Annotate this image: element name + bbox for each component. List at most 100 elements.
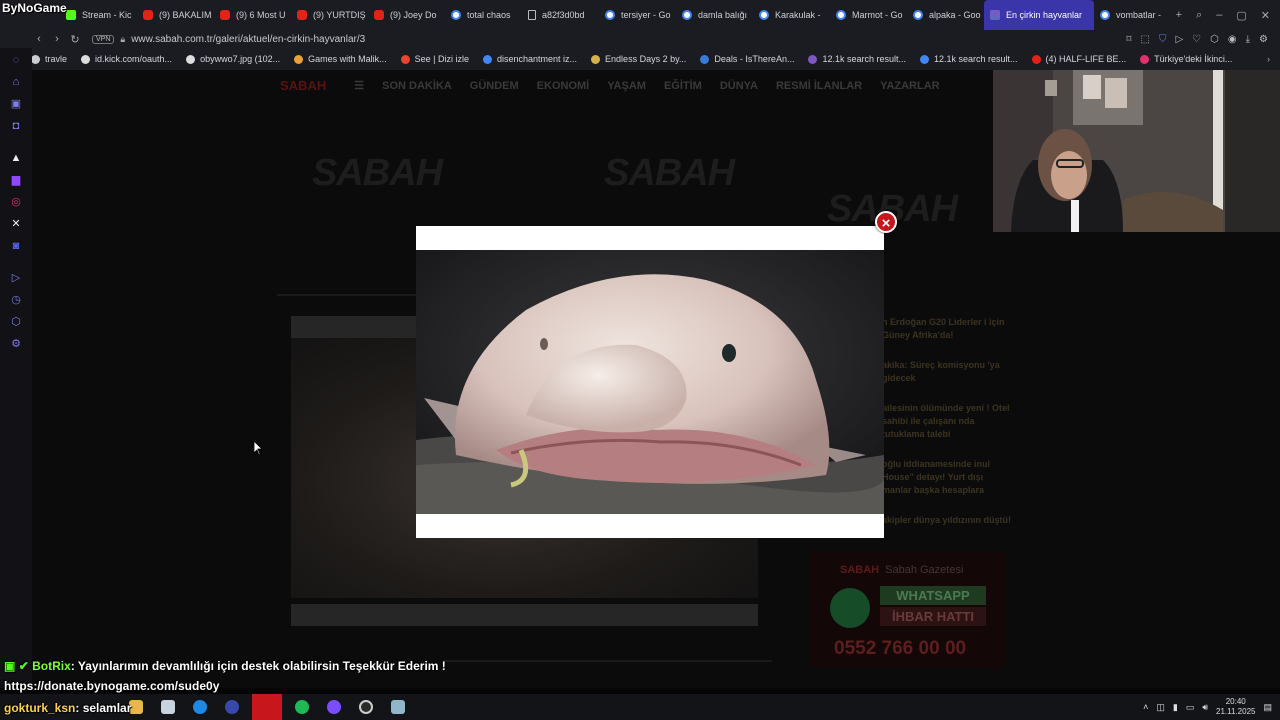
news-item[interactable]: oğlu iddianamesinde inul House" detayı! … (882, 458, 1012, 497)
network-icon[interactable]: ▭ (1186, 702, 1195, 713)
news-item[interactable]: ailesinin ölümünde yeni ! Otel sahibi il… (882, 402, 1012, 441)
opera-gx-icon[interactable] (252, 694, 282, 720)
news-item[interactable]: akipler dünya yıldızının düştü! (882, 514, 1012, 527)
bookmarks-more-icon[interactable]: › (1267, 54, 1280, 64)
twitch-icon[interactable]: ▆ (10, 174, 22, 186)
wallet-icon[interactable]: ▣ (10, 98, 22, 110)
browser-tab[interactable]: Stream - Kic (60, 0, 137, 30)
spotify-icon[interactable] (295, 700, 309, 714)
volume-icon[interactable]: 🔊︎ (1202, 702, 1208, 713)
streamer-webcam (993, 70, 1280, 232)
browser-tab[interactable]: a82f3d0bd (522, 0, 599, 30)
browser-tab[interactable]: tersiyer - Go (599, 0, 676, 30)
bookmark-icon[interactable]: ⌑ (1126, 34, 1131, 45)
bookmark-item[interactable]: 12.1k search result... (913, 54, 1025, 64)
new-tab-icon[interactable]: + (1176, 9, 1182, 22)
overlay-brand: ByNoGame (2, 1, 67, 15)
bookmark-item[interactable]: obywwo7.jpg (102... (179, 54, 287, 64)
browser-tab[interactable]: (9) YURTDIŞ (291, 0, 368, 30)
browser-tab[interactable]: En çirkin hayvanlar (984, 0, 1094, 30)
site-nav-item[interactable]: GÜNDEM (470, 80, 519, 92)
back-icon[interactable]: ‹ (30, 33, 48, 45)
shield-icon[interactable]: ⛉ (1159, 34, 1167, 45)
extensions-sidebar-icon[interactable]: ⬡ (10, 316, 22, 328)
heart-icon[interactable]: ♡ (1192, 34, 1201, 45)
webcam-overlay (993, 70, 1280, 232)
browser-tab[interactable]: (9) Joey Do (368, 0, 445, 30)
browser-tab[interactable]: Marmot - Go (830, 0, 907, 30)
bookmark-item[interactable]: Endless Days 2 by... (584, 54, 693, 64)
discord-icon[interactable]: ◙ (10, 240, 22, 252)
url-field[interactable]: www.sabah.com.tr/galeri/aktuel/en-cirkin… (131, 34, 365, 45)
bookmark-item[interactable]: id.kick.com/oauth... (74, 54, 179, 64)
news-item[interactable]: n Erdoğan G20 Liderler i için Güney Afri… (882, 316, 1012, 342)
obs-icon[interactable] (359, 700, 373, 714)
notification-icon[interactable]: ▤ (1263, 702, 1272, 713)
browser-tab[interactable]: vombatlar - (1094, 0, 1171, 30)
notes-icon[interactable] (391, 700, 405, 714)
bookmark-item[interactable]: Games with Malik... (287, 54, 394, 64)
news-item[interactable]: akika: Süreç komisyonu 'ya gidecek (882, 359, 1012, 385)
whatsapp-ad[interactable]: SABAH Sabah Gazetesi WHATSAPP İHBAR HATTI… (810, 552, 1006, 668)
bookmark-label: (4) HALF-LIFE BE... (1045, 54, 1127, 64)
tray-chevron-icon[interactable]: ˄ (1143, 702, 1148, 712)
download-icon[interactable]: ⤓ (1246, 34, 1250, 45)
instagram-icon[interactable]: ◎ (10, 196, 22, 208)
settings-icon[interactable]: ⚙ (1259, 34, 1268, 45)
bookmark-item[interactable]: Türkiye'deki İkinci... (1133, 54, 1239, 64)
history-icon[interactable]: ◷ (10, 294, 22, 306)
store-icon[interactable] (161, 700, 175, 714)
reload-icon[interactable]: ↻ (66, 33, 84, 46)
bookmark-favicon-icon (920, 54, 929, 64)
browser-tab[interactable]: alpaka - Goo (907, 0, 984, 30)
aria-icon[interactable]: ◌ (10, 54, 22, 66)
clock[interactable]: 20:40 21.11.2025 (1216, 697, 1255, 717)
site-nav-item[interactable]: SON DAKİKA (382, 80, 452, 92)
browser-tab[interactable]: Karakulak - (753, 0, 830, 30)
tab-label: (9) BAKALIM (159, 10, 212, 20)
bookmark-item[interactable]: disenchantment iz... (476, 54, 584, 64)
player-icon[interactable]: ▷ (10, 272, 22, 284)
site-nav-item[interactable]: EKONOMİ (537, 80, 590, 92)
bookmark-item[interactable]: (4) HALF-LIFE BE... (1025, 54, 1134, 64)
browser-tab[interactable]: (9) BAKALIM (137, 0, 214, 30)
bookmark-item[interactable]: See | Dizi izle (394, 54, 476, 64)
close-window-icon[interactable]: ✕ (1261, 9, 1270, 22)
tab-label: damla balığı (698, 10, 748, 20)
minimize-icon[interactable]: – (1216, 9, 1222, 22)
bookmark-item[interactable]: 12.1k search result... (801, 54, 913, 64)
site-nav-item[interactable]: DÜNYA (720, 80, 758, 92)
browser-tab[interactable]: damla balığı (676, 0, 753, 30)
profile-icon[interactable]: ◉ (1228, 34, 1237, 45)
vpn-badge[interactable]: VPN (92, 34, 115, 44)
messenger-icon[interactable]: ◘ (10, 120, 22, 132)
tab-label: (9) Joey Do (390, 10, 437, 20)
app-icon[interactable] (225, 700, 239, 714)
screenshot-icon[interactable]: ⬚ (1141, 34, 1150, 45)
browser-tab[interactable]: (9) 6 Most U (214, 0, 291, 30)
extensions-icon[interactable]: ⬡ (1210, 34, 1219, 45)
games-icon[interactable]: ⌂ (10, 76, 22, 88)
kick-app-icon[interactable]: ▲ (10, 152, 22, 164)
site-nav-item[interactable]: RESMİ İLANLAR (776, 80, 862, 92)
forward-icon[interactable]: › (48, 33, 66, 45)
site-nav-item[interactable]: EĞİTİM (664, 80, 702, 92)
battery-icon[interactable]: ▮ (1173, 702, 1178, 713)
site-logo[interactable]: SABAH (280, 78, 326, 93)
settings-sidebar-icon[interactable]: ⚙ (10, 338, 22, 350)
menu-icon[interactable]: ☰ (354, 79, 364, 92)
close-lightbox-button[interactable]: × (875, 211, 897, 233)
x-icon[interactable]: ✕ (10, 218, 22, 230)
discord-task-icon[interactable] (327, 700, 341, 714)
tray-app-icon[interactable]: ◫ (1156, 702, 1165, 713)
bookmark-label: 12.1k search result... (934, 54, 1018, 64)
maximize-icon[interactable]: ▢ (1236, 9, 1246, 22)
browser-tab[interactable]: total chaos (445, 0, 522, 30)
site-nav-item[interactable]: YAŞAM (607, 80, 646, 92)
search-tabs-icon[interactable]: ⌕ (1196, 9, 1202, 22)
bookmark-favicon-icon (591, 54, 601, 64)
site-nav-item[interactable]: YAZARLAR (880, 80, 940, 92)
edge-icon[interactable] (193, 700, 207, 714)
play-icon[interactable]: ▷ (1175, 34, 1183, 45)
bookmark-item[interactable]: Deals - IsThereAn... (693, 54, 801, 64)
